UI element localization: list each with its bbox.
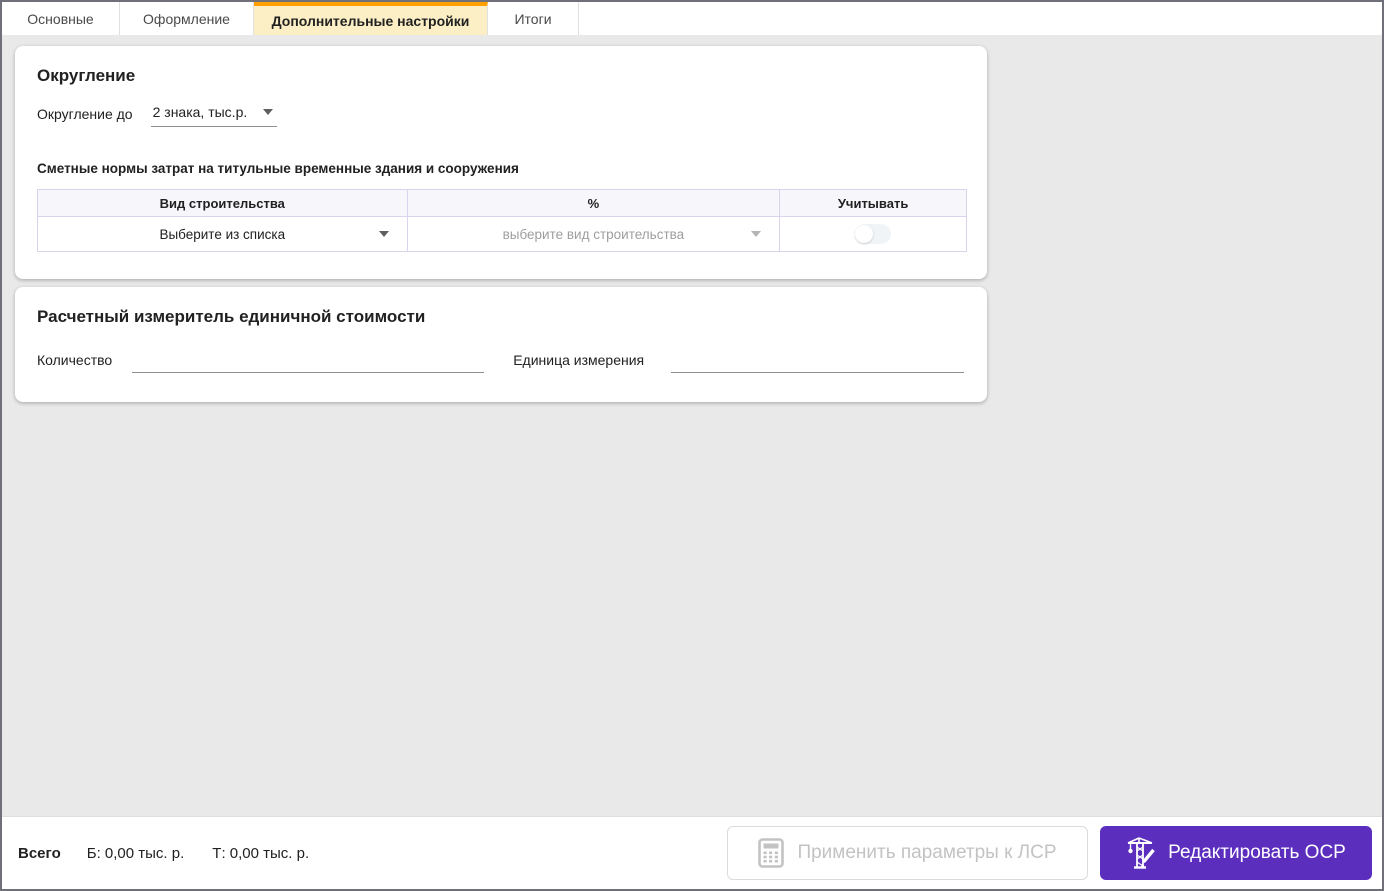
toggle-knob-icon (855, 225, 873, 243)
quantity-input[interactable] (132, 351, 484, 373)
unit-label: Единица измерения (513, 352, 644, 373)
construction-type-select-value: Выберите из списка (159, 227, 285, 242)
tab-itogi[interactable]: Итоги (488, 2, 579, 35)
totals-summary: Всего Б: 0,00 тыс. р. Т: 0,00 тыс. р. (18, 845, 309, 862)
norms-section-title: Сметные нормы затрат на титульные времен… (37, 161, 965, 176)
quantity-label: Количество (37, 352, 112, 373)
tab-dopolnitelnye-nastroyki[interactable]: Дополнительные настройки (254, 2, 488, 35)
unit-input[interactable] (671, 351, 964, 373)
norms-table: Вид строительства % Учитывать Выберите и… (37, 189, 967, 252)
apply-parameters-button-label: Применить параметры к ЛСР (797, 842, 1056, 864)
column-header-construction-type: Вид строительства (38, 190, 408, 217)
unit-measure-card-title: Расчетный измеритель единичной стоимости (37, 307, 965, 327)
unit-measure-card: Расчетный измеритель единичной стоимости… (15, 287, 987, 402)
rounding-label: Округление до (37, 106, 133, 127)
tab-bar: Основные Оформление Дополнительные настр… (2, 2, 1382, 35)
rounding-card-title: Округление (37, 66, 965, 86)
tab-oformlenie[interactable]: Оформление (120, 2, 254, 35)
total-label: Всего (18, 845, 61, 862)
base-total-value: Б: 0,00 тыс. р. (87, 845, 185, 862)
consider-toggle[interactable] (855, 224, 891, 244)
column-header-percent: % (407, 190, 780, 217)
chevron-down-icon (751, 231, 761, 237)
edit-osr-button-label: Редактировать ОСР (1168, 842, 1346, 864)
percent-select-placeholder: выберите вид строительства (503, 227, 685, 242)
rounding-card: Округление Округление до 2 знака, тыс.р.… (15, 46, 987, 279)
norms-table-row: Выберите из списка выберите вид строител… (38, 217, 967, 252)
chevron-down-icon (263, 109, 273, 115)
construction-type-select[interactable]: Выберите из списка (38, 217, 407, 251)
footer-bar: Всего Б: 0,00 тыс. р. Т: 0,00 тыс. р. Пр… (2, 816, 1382, 889)
unit-measure-row: Количество Единица измерения (37, 351, 965, 373)
rounding-select[interactable]: 2 знака, тыс.р. (151, 104, 278, 127)
rounding-row: Округление до 2 знака, тыс.р. (37, 104, 965, 127)
norms-table-header-row: Вид строительства % Учитывать (38, 190, 967, 217)
tab-osnovnye[interactable]: Основные (2, 2, 120, 35)
current-total-value: Т: 0,00 тыс. р. (212, 845, 309, 862)
chevron-down-icon (379, 231, 389, 237)
apply-parameters-button[interactable]: Применить параметры к ЛСР (727, 826, 1088, 880)
construction-crane-icon (1126, 836, 1156, 870)
settings-window: Основные Оформление Дополнительные настр… (0, 0, 1384, 891)
edit-osr-button[interactable]: Редактировать ОСР (1100, 826, 1372, 880)
percent-select[interactable]: выберите вид строительства (408, 217, 780, 251)
rounding-select-value: 2 знака, тыс.р. (153, 104, 248, 120)
calculator-icon (758, 838, 784, 868)
column-header-consider: Учитывать (780, 190, 967, 217)
